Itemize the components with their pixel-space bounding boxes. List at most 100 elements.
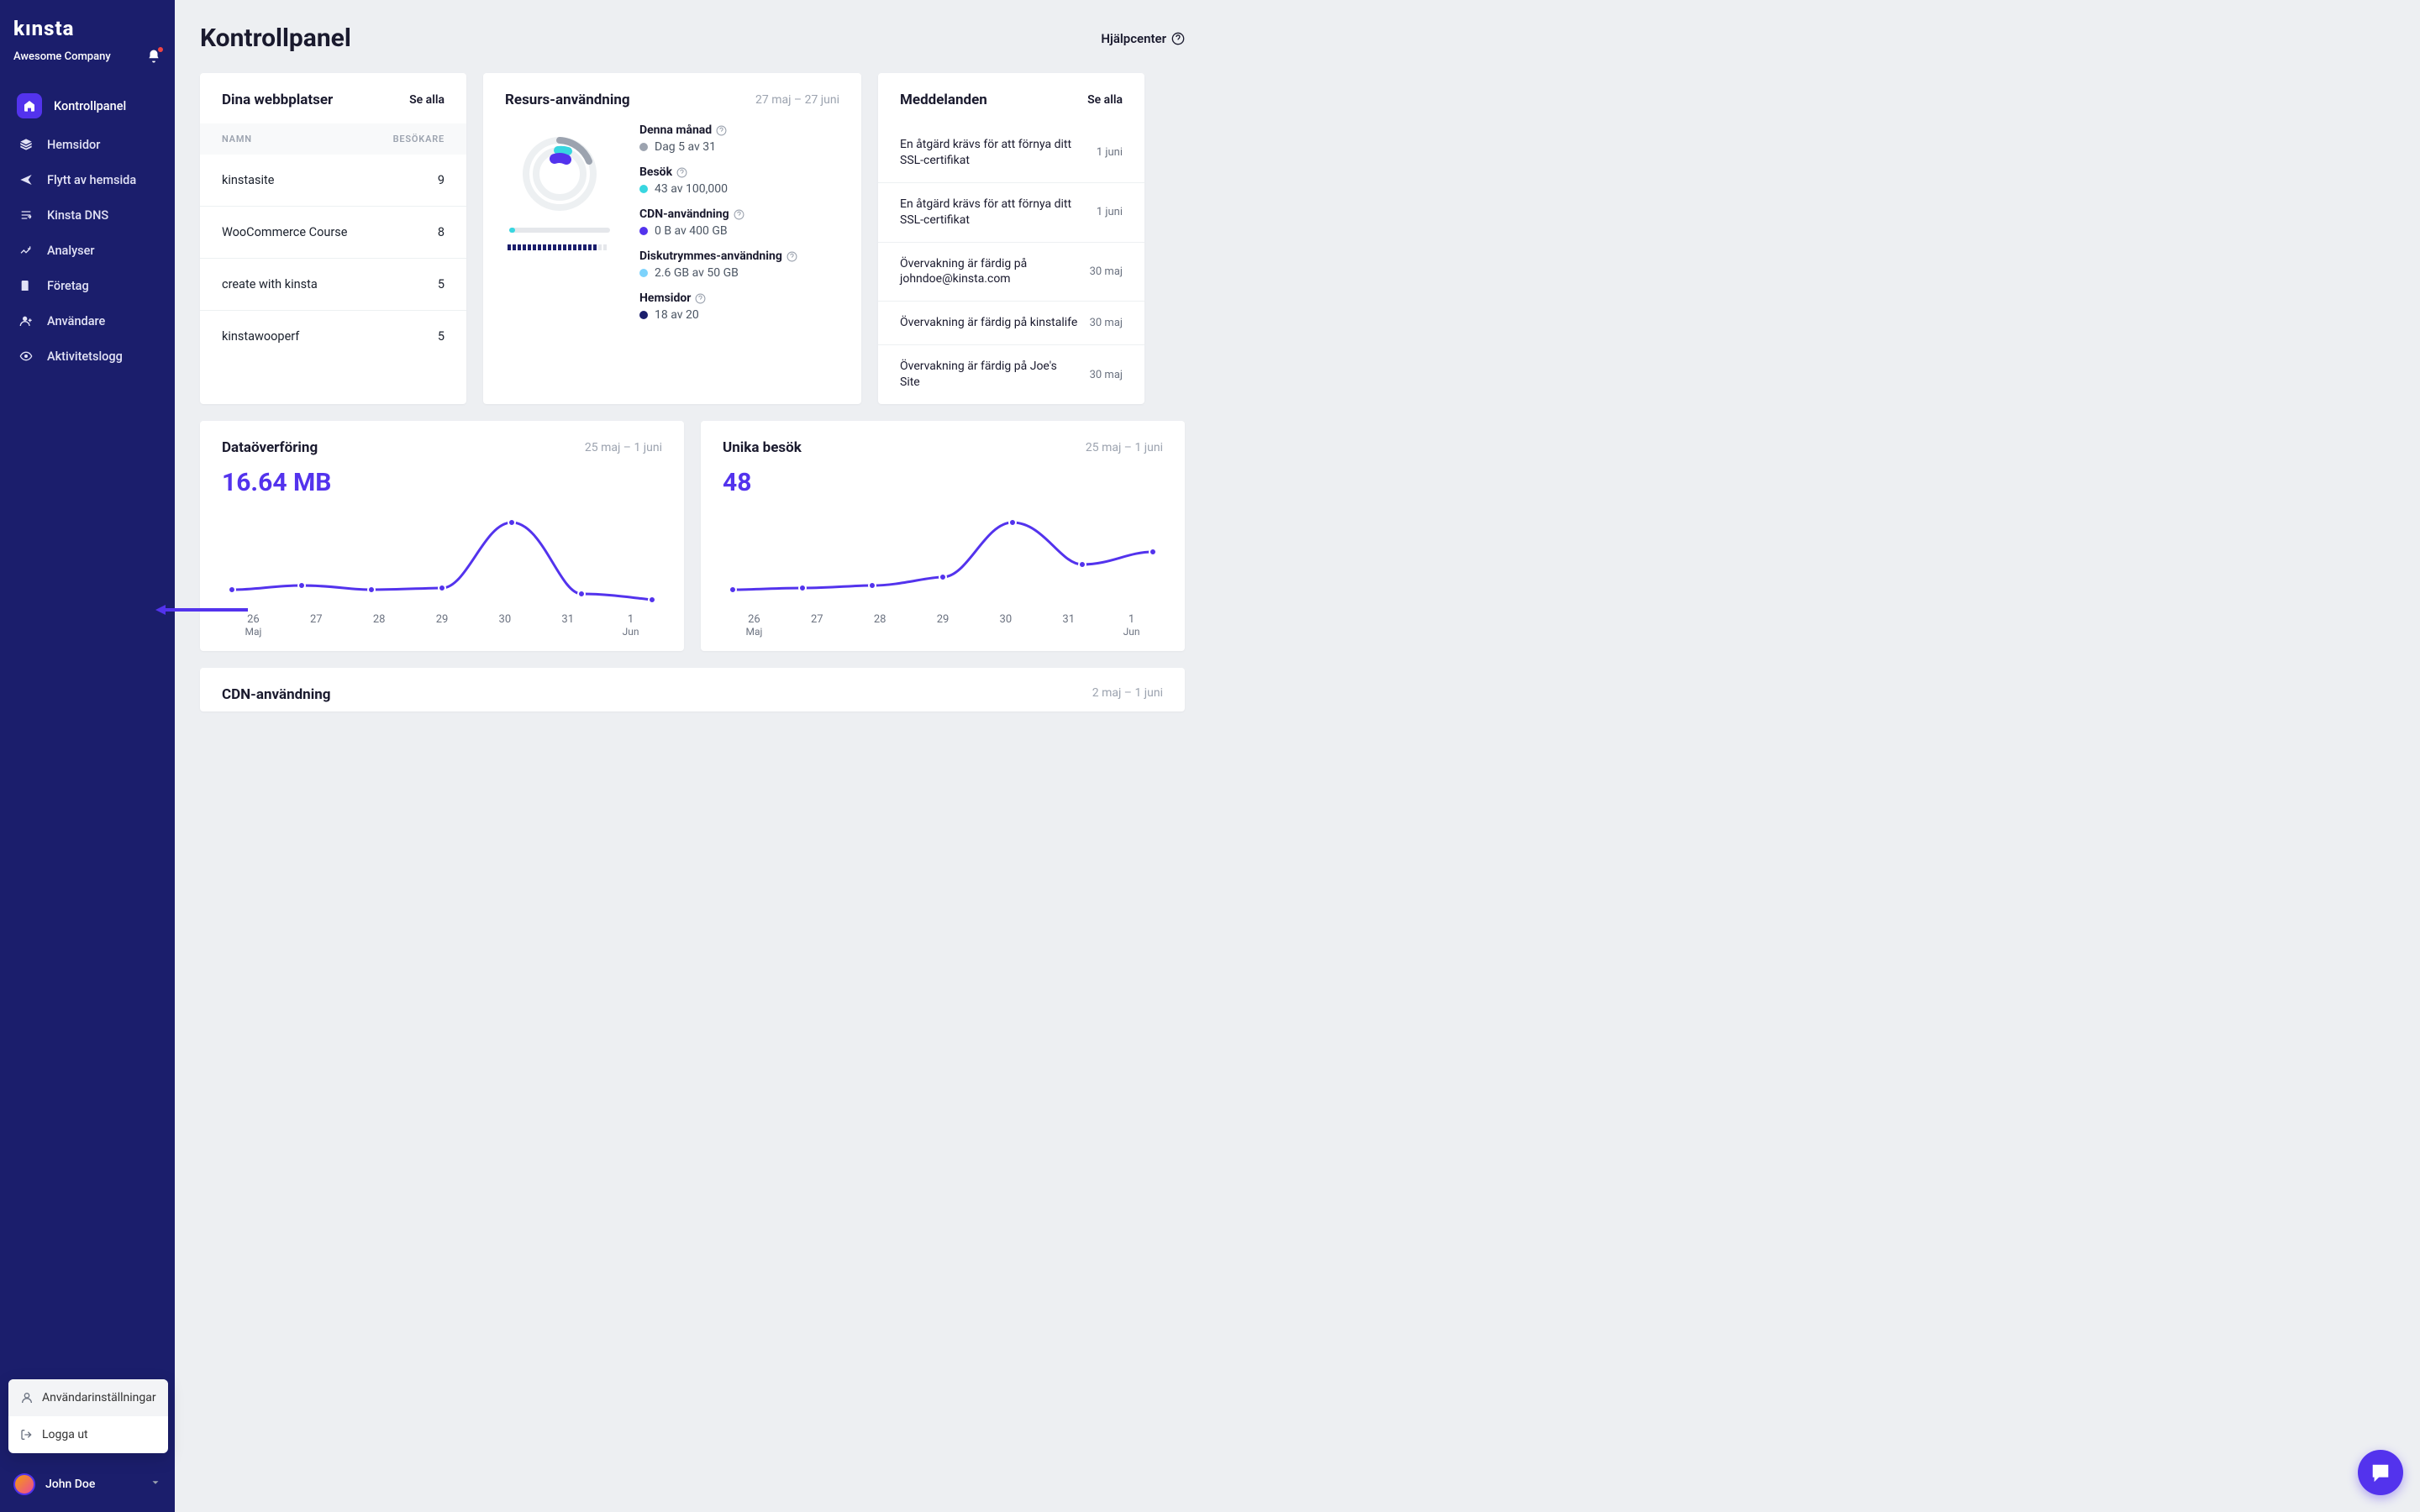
- col-name: NAMN: [222, 134, 252, 144]
- chat-icon: [2370, 1462, 2391, 1483]
- see-all-link[interactable]: Se alla: [409, 93, 445, 107]
- sidebar-item-users[interactable]: Användare: [8, 304, 166, 338]
- tick-sub: Maj: [222, 626, 285, 638]
- table-row[interactable]: create with kinsta5: [200, 258, 466, 310]
- sidebar-item-dns[interactable]: Kinsta DNS: [8, 198, 166, 232]
- sidebar-item-label: Användare: [47, 314, 105, 328]
- stat-value-text: 2.6 GB av 50 GB: [655, 266, 739, 280]
- avatar: [13, 1473, 35, 1495]
- notif-text: Övervakning är färdig på Joe's Site: [900, 359, 1080, 391]
- sidebar-item-label: Aktivitetslogg: [47, 349, 123, 364]
- intercom-launcher[interactable]: [2358, 1450, 2403, 1495]
- list-item[interactable]: Övervakning är färdig på Joe's Site30 ma…: [878, 344, 1144, 404]
- notifications-card: Meddelanden Se alla En åtgärd krävs för …: [878, 73, 1144, 404]
- unique-visits-card: Unika besök 25 maj – 1 juni 48 26Maj 27 …: [701, 421, 1185, 651]
- brand-logo: kınsta: [0, 17, 175, 49]
- table-row[interactable]: kinstasite9: [200, 155, 466, 206]
- help-icon: [1171, 32, 1185, 45]
- see-all-link[interactable]: Se alla: [1087, 93, 1123, 107]
- sites-dashes: [508, 244, 612, 250]
- help-center-link[interactable]: Hjälpcenter: [1101, 31, 1185, 46]
- tick: 1: [628, 613, 634, 626]
- tick: 30: [974, 613, 1037, 638]
- date-range: 2 maj – 1 juni: [1092, 686, 1163, 703]
- sidebar-item-dashboard[interactable]: Kontrollpanel: [8, 86, 166, 126]
- send-icon: [17, 171, 35, 189]
- user-menu-label: Logga ut: [42, 1428, 88, 1441]
- sidebar-item-sites[interactable]: Hemsidor: [8, 128, 166, 161]
- line-chart: [222, 506, 662, 606]
- notification-dot: [158, 47, 163, 52]
- line-chart: [723, 506, 1163, 606]
- building-icon: [17, 276, 35, 295]
- company-name: Awesome Company: [13, 50, 111, 63]
- notif-text: En åtgärd krävs för att förnya ditt SSL-…: [900, 137, 1086, 169]
- table-row[interactable]: kinstawooperf 5: [200, 310, 466, 362]
- help-icon[interactable]: [676, 167, 687, 178]
- site-name: kinstasite: [222, 173, 274, 187]
- user-menu-settings[interactable]: Användarinställningar: [8, 1379, 168, 1416]
- color-dot: [639, 269, 648, 277]
- help-icon[interactable]: [734, 209, 744, 220]
- tick-sub: Jun: [599, 626, 662, 638]
- top-cards-row: Dina webbplatser Se alla NAMN BESÖKARE k…: [200, 73, 1185, 404]
- help-icon[interactable]: [786, 251, 797, 262]
- list-item[interactable]: Övervakning är färdig på johndoe@kinsta.…: [878, 242, 1144, 302]
- notif-text: Övervakning är färdig på johndoe@kinsta.…: [900, 256, 1080, 288]
- user-menu-logout[interactable]: Logga ut: [8, 1416, 168, 1453]
- data-transfer-card: Dataöverföring 25 maj – 1 juni 16.64 MB …: [200, 421, 684, 651]
- cdn-usage-card: CDN-användning 2 maj – 1 juni: [200, 668, 1185, 711]
- sidebar-item-label: Kontrollpanel: [54, 99, 126, 113]
- sidebar-item-label: Analyser: [47, 244, 95, 258]
- site-visitors: 5: [438, 329, 445, 344]
- user-plus-icon: [17, 312, 35, 330]
- notif-date: 30 maj: [1090, 265, 1123, 278]
- help-label: Hjälpcenter: [1101, 31, 1166, 46]
- sidebar-item-activity[interactable]: Aktivitetslogg: [8, 339, 166, 373]
- list-item[interactable]: En åtgärd krävs för att förnya ditt SSL-…: [878, 123, 1144, 182]
- sidebar-item-company[interactable]: Företag: [8, 269, 166, 302]
- stat-value-text: Dag 5 av 31: [655, 140, 716, 154]
- main-content: Kontrollpanel Hjälpcenter Dina webbplats…: [175, 0, 1210, 756]
- sidebar-item-label: Flytt av hemsida: [47, 173, 136, 187]
- chevron-down-icon: [150, 1477, 161, 1492]
- stat-sites: Hemsidor 18 av 20: [639, 291, 839, 322]
- tick: 26: [247, 613, 260, 626]
- sites-card: Dina webbplatser Se alla NAMN BESÖKARE k…: [200, 73, 466, 404]
- color-dot: [639, 311, 648, 319]
- date-range: 27 maj – 27 juni: [755, 93, 839, 107]
- list-item[interactable]: Övervakning är färdig på kinstalife30 ma…: [878, 301, 1144, 344]
- col-visitors: BESÖKARE: [393, 134, 445, 144]
- date-range: 25 maj – 1 juni: [585, 441, 662, 454]
- user-dropdown-menu: Användarinställningar Logga ut: [8, 1379, 168, 1453]
- color-dot: [639, 143, 648, 151]
- tick-sub: Jun: [1100, 626, 1163, 638]
- stat-value-text: 18 av 20: [655, 308, 699, 322]
- x-axis: 26Maj 27 28 29 30 31 1Jun: [723, 606, 1163, 638]
- help-icon[interactable]: [716, 125, 727, 136]
- notifications-bell-icon[interactable]: [146, 49, 161, 64]
- notif-text: Övervakning är färdig på kinstalife: [900, 315, 1080, 331]
- chart-area: 26Maj 27 28 29 30 31 1Jun: [200, 497, 684, 651]
- chart-value: 16.64 MB: [200, 461, 684, 497]
- help-icon[interactable]: [695, 293, 706, 304]
- dns-icon: [17, 206, 35, 224]
- list-item[interactable]: En åtgärd krävs för att förnya ditt SSL-…: [878, 182, 1144, 242]
- card-title: Meddelanden: [900, 92, 987, 108]
- stat-cdn: CDN-användning 0 B av 400 GB: [639, 207, 839, 238]
- disk-bar: [509, 228, 610, 233]
- tick: 27: [786, 613, 849, 638]
- card-title: Dina webbplatser: [222, 92, 333, 108]
- user-footer[interactable]: John Doe: [0, 1462, 175, 1512]
- page-title: Kontrollpanel: [200, 24, 351, 53]
- tick: 29: [411, 613, 474, 638]
- site-name: kinstawooperf: [222, 329, 299, 344]
- tick: 31: [1037, 613, 1100, 638]
- sidebar-item-analytics[interactable]: Analyser: [8, 234, 166, 267]
- table-header: NAMN BESÖKARE: [200, 123, 466, 155]
- tick: 30: [473, 613, 536, 638]
- resource-visuals: [505, 123, 614, 322]
- chart-icon: [17, 241, 35, 260]
- sidebar-item-migrations[interactable]: Flytt av hemsida: [8, 163, 166, 197]
- table-row[interactable]: WooCommerce Course8: [200, 206, 466, 258]
